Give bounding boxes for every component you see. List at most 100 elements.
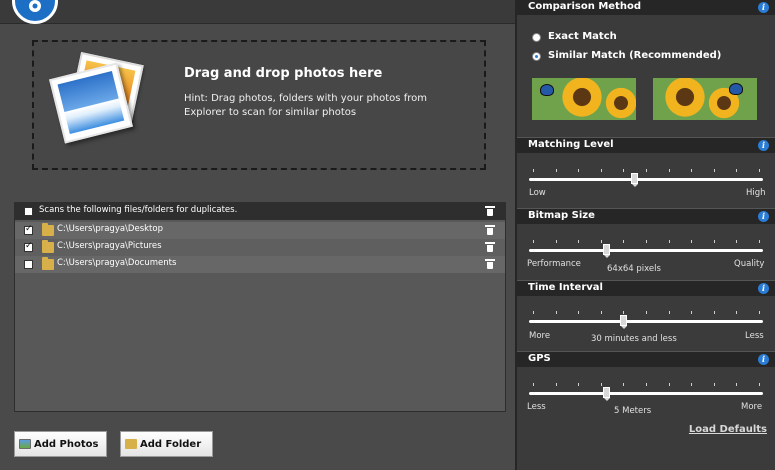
trash-icon[interactable] bbox=[485, 225, 495, 235]
comparison-method-header: Comparison Method i bbox=[517, 0, 775, 15]
slider-tick bbox=[578, 240, 580, 243]
settings-panel: Comparison Method i Exact Match Similar … bbox=[515, 0, 775, 470]
slider-tick bbox=[736, 169, 738, 172]
photos-icon bbox=[48, 52, 148, 152]
slider-knob[interactable] bbox=[603, 387, 611, 401]
gps-max-label: More bbox=[741, 402, 763, 412]
sample-image-2 bbox=[653, 78, 757, 120]
slider-tick bbox=[555, 240, 557, 243]
slider-knob[interactable] bbox=[631, 173, 639, 187]
top-strip bbox=[0, 0, 515, 24]
bitmap-size-header: Bitmap Size i bbox=[517, 208, 775, 224]
add-folder-button[interactable]: Add Folder bbox=[120, 431, 213, 457]
add-photos-icon bbox=[19, 439, 31, 449]
folder-icon bbox=[42, 257, 54, 270]
slider-tick bbox=[691, 311, 693, 314]
folder-checkbox[interactable] bbox=[24, 224, 33, 235]
info-icon[interactable]: i bbox=[758, 2, 769, 13]
exact-match-radio[interactable] bbox=[532, 33, 541, 42]
time-interval-value-label: 30 minutes and less bbox=[591, 334, 677, 344]
add-photos-button[interactable]: Add Photos bbox=[14, 431, 107, 457]
bitmap-size-value-label: 64x64 pixels bbox=[607, 264, 661, 274]
slider-tick bbox=[646, 383, 647, 386]
slider-track[interactable] bbox=[529, 249, 763, 252]
info-icon[interactable]: i bbox=[758, 140, 769, 151]
folder-path: C:\Users\pragya\Pictures bbox=[57, 241, 162, 251]
slider-tick bbox=[646, 311, 647, 314]
app-logo-icon bbox=[12, 0, 58, 24]
similar-match-radio[interactable] bbox=[532, 52, 541, 61]
slider-tick bbox=[691, 383, 693, 386]
slider-tick bbox=[623, 169, 625, 172]
slider-tick bbox=[533, 240, 534, 243]
slider-tick bbox=[646, 169, 647, 172]
slider-tick bbox=[713, 169, 715, 172]
slider-tick bbox=[713, 311, 715, 314]
time-interval-min-label: More bbox=[529, 331, 551, 341]
time-interval-max-label: Less bbox=[745, 331, 764, 341]
slider-tick bbox=[668, 240, 670, 243]
list-header-label: Scans the following files/folders for du… bbox=[39, 205, 238, 215]
info-icon[interactable]: i bbox=[758, 211, 769, 222]
trash-icon[interactable] bbox=[485, 259, 495, 269]
slider-tick bbox=[533, 169, 534, 172]
list-item[interactable]: C:\Users\pragya\Pictures bbox=[15, 239, 505, 256]
load-defaults-link[interactable]: Load Defaults bbox=[689, 424, 767, 435]
folder-path: C:\Users\pragya\Desktop bbox=[57, 224, 163, 234]
exact-match-label: Exact Match bbox=[548, 31, 617, 42]
slider-tick bbox=[623, 311, 625, 314]
trash-icon[interactable] bbox=[485, 206, 495, 216]
slider-tick bbox=[759, 240, 760, 243]
slider-tick bbox=[578, 169, 580, 172]
slider-track[interactable] bbox=[529, 320, 763, 323]
drop-zone-hint: Hint: Drag photos, folders with your pho… bbox=[184, 93, 427, 118]
slider-tick bbox=[600, 311, 602, 314]
folder-path: C:\Users\pragya\Documents bbox=[57, 258, 177, 268]
slider-tick bbox=[555, 311, 557, 314]
folder-icon bbox=[42, 240, 54, 253]
matching-level-header: Matching Level i bbox=[517, 137, 775, 153]
slider-tick bbox=[713, 240, 715, 243]
info-icon[interactable]: i bbox=[758, 283, 769, 294]
similar-match-label: Similar Match (Recommended) bbox=[548, 50, 722, 61]
slider-tick bbox=[600, 240, 602, 243]
drop-zone[interactable]: Drag and drop photos here Hint: Drag pho… bbox=[32, 40, 486, 170]
slider-tick bbox=[759, 383, 760, 386]
slider-knob[interactable] bbox=[603, 244, 611, 258]
slider-tick bbox=[533, 311, 534, 314]
slider-tick bbox=[623, 383, 625, 386]
trash-icon[interactable] bbox=[485, 242, 495, 252]
list-item[interactable]: C:\Users\pragya\Desktop bbox=[15, 222, 505, 239]
slider-knob[interactable] bbox=[619, 315, 627, 329]
list-item[interactable]: C:\Users\pragya\Documents bbox=[15, 256, 505, 273]
slider-tick bbox=[578, 311, 580, 314]
slider-track[interactable] bbox=[529, 392, 763, 395]
slider-tick bbox=[668, 383, 670, 386]
slider-track[interactable] bbox=[529, 178, 763, 181]
slider-tick bbox=[600, 169, 602, 172]
slider-tick bbox=[736, 383, 738, 386]
sample-image-1 bbox=[532, 78, 636, 120]
gps-header: GPS i bbox=[517, 351, 775, 367]
folder-checkbox[interactable] bbox=[24, 260, 33, 269]
slider-tick bbox=[646, 240, 647, 243]
select-all-checkbox[interactable] bbox=[24, 207, 33, 216]
drop-zone-title: Drag and drop photos here bbox=[184, 66, 383, 81]
gps-value-label: 5 Meters bbox=[614, 406, 652, 416]
slider-tick bbox=[713, 383, 715, 386]
slider-tick bbox=[600, 383, 602, 386]
folder-icon bbox=[42, 223, 54, 236]
matching-level-max-label: High bbox=[746, 188, 766, 198]
info-icon[interactable]: i bbox=[758, 354, 769, 365]
slider-tick bbox=[736, 240, 738, 243]
bitmap-size-max-label: Quality bbox=[734, 259, 765, 269]
scan-folder-list: Scans the following files/folders for du… bbox=[14, 202, 506, 412]
folder-checkbox[interactable] bbox=[24, 241, 33, 252]
slider-tick bbox=[555, 169, 557, 172]
slider-tick bbox=[555, 383, 557, 386]
list-header: Scans the following files/folders for du… bbox=[15, 203, 505, 220]
slider-tick bbox=[759, 169, 760, 172]
slider-tick bbox=[578, 383, 580, 386]
slider-tick bbox=[533, 383, 534, 386]
gps-min-label: Less bbox=[527, 402, 546, 412]
